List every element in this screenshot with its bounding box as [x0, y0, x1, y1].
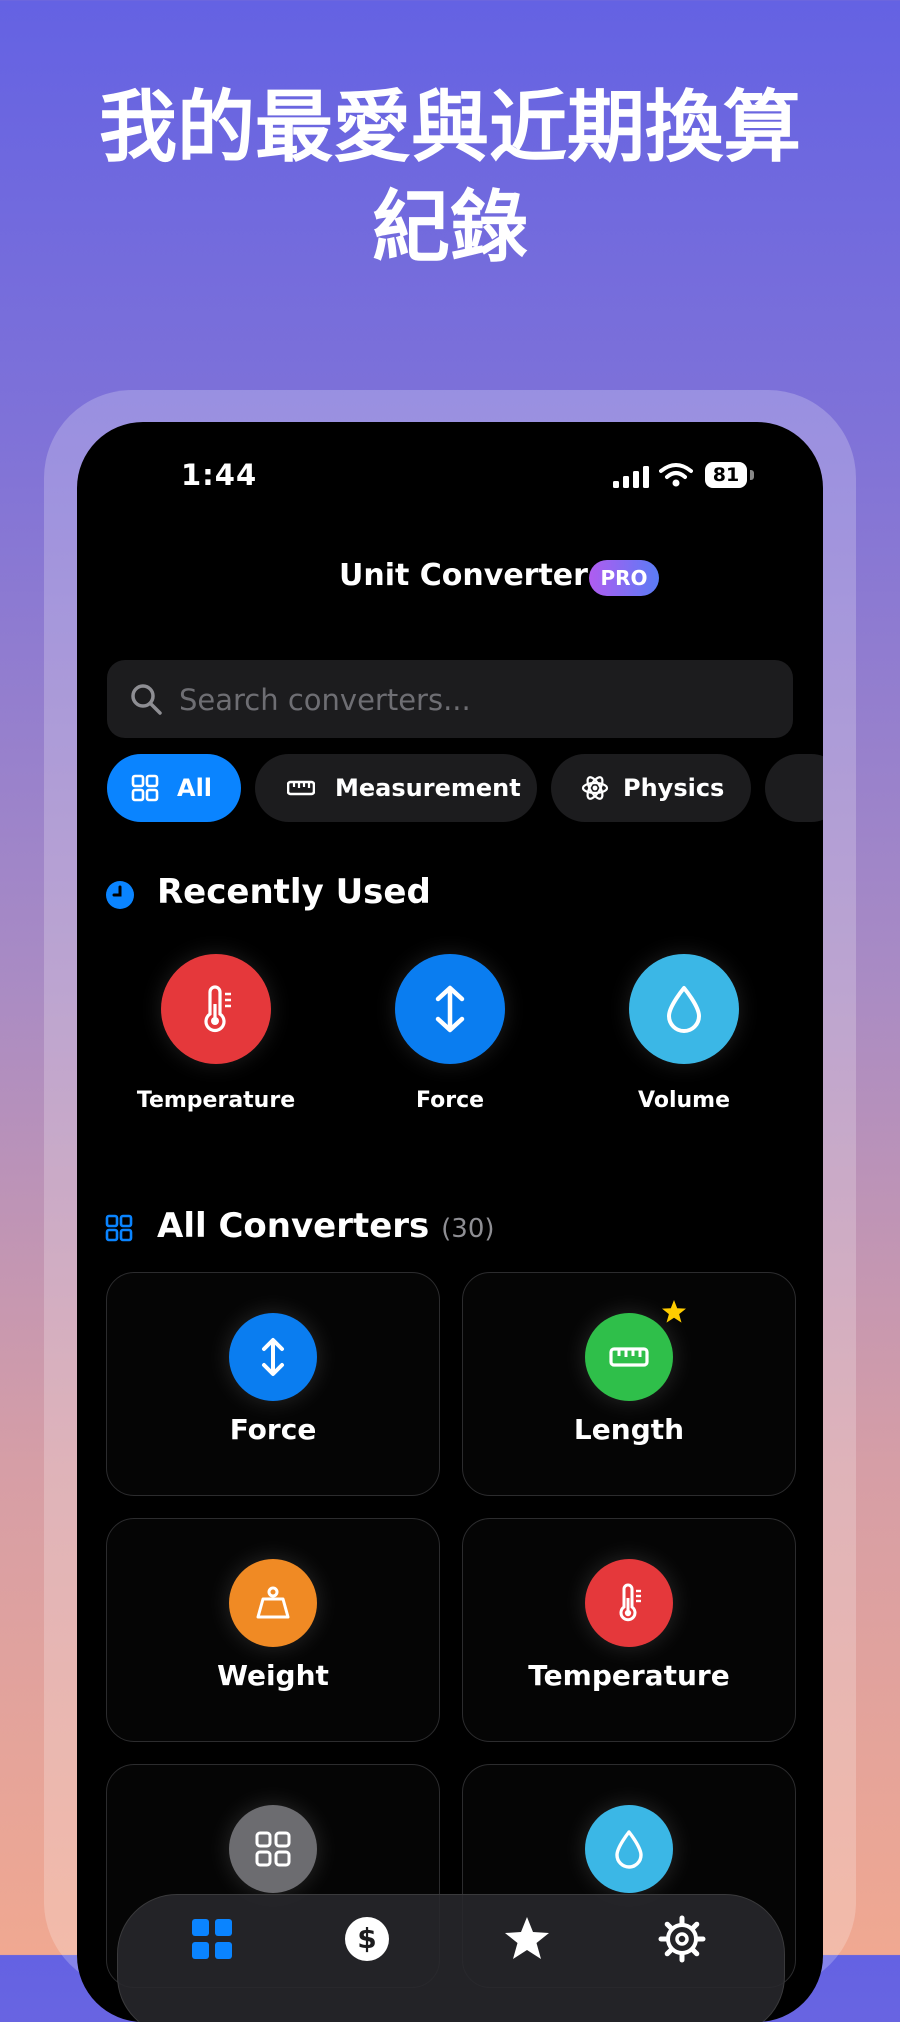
- converter-label: Temperature: [528, 1659, 730, 1692]
- drop-icon: [667, 986, 701, 1033]
- star-icon: [505, 1917, 549, 1959]
- dollar-icon: $: [345, 1917, 389, 1961]
- filter-chip-all[interactable]: All: [107, 754, 241, 822]
- filter-chip-measurement[interactable]: Measurement: [255, 754, 537, 822]
- clock-icon: [106, 881, 134, 909]
- grid-icon: [105, 1214, 133, 1242]
- status-bar: 1:44 81: [77, 458, 823, 498]
- converter-label: Force: [229, 1413, 317, 1446]
- converter-count: (30): [441, 1214, 495, 1244]
- tab-favorites[interactable]: [503, 1915, 563, 1975]
- drop-icon: [615, 1830, 643, 1869]
- app-title: Unit Converter: [339, 558, 588, 593]
- thermometer-icon: [619, 1583, 641, 1622]
- converter-icon-circle: [229, 1559, 317, 1647]
- grid-icon: [131, 774, 159, 802]
- converter-card-weight[interactable]: Weight: [106, 1518, 440, 1742]
- ruler-icon: [287, 780, 315, 796]
- all-converters-title: All Converters (30): [157, 1206, 495, 1246]
- wifi-icon: [659, 463, 693, 487]
- tab-bar: $: [117, 1894, 785, 2022]
- recent-item-label: Temperature: [136, 1088, 296, 1113]
- grid-icon: [255, 1831, 291, 1867]
- converter-card-length[interactable]: Length: [462, 1272, 796, 1496]
- tab-currency[interactable]: $: [343, 1915, 403, 1975]
- converter-icon-circle: [229, 1313, 317, 1401]
- converter-card-force[interactable]: Force: [106, 1272, 440, 1496]
- recent-item-temperature[interactable]: Temperature: [136, 954, 296, 1134]
- headline: 我的最愛與近期換算 紀錄: [0, 78, 900, 278]
- converter-icon-circle: [585, 1559, 673, 1647]
- converter-icon-circle: [585, 1313, 673, 1401]
- weight-icon: [256, 1586, 290, 1619]
- recent-item-label: Volume: [638, 1088, 730, 1113]
- arrows-vertical-icon: [262, 1338, 284, 1376]
- headline-line-1: 我的最愛與近期換算: [98, 83, 801, 173]
- tab-settings[interactable]: [658, 1915, 718, 1975]
- status-time: 1:44: [181, 458, 258, 492]
- converter-label: Weight: [217, 1659, 329, 1692]
- filter-chip-label: Measurement: [335, 774, 521, 802]
- atom-icon: [581, 776, 609, 800]
- filter-chip-physics[interactable]: Physics: [551, 754, 751, 822]
- pro-badge[interactable]: PRO: [589, 560, 659, 596]
- converter-icon-circle: [229, 1805, 317, 1893]
- ruler-icon: [609, 1347, 649, 1367]
- battery-indicator: 81: [705, 462, 747, 488]
- filter-chip-more[interactable]: [765, 754, 823, 822]
- filter-chip-label: All: [177, 774, 213, 802]
- filter-chip-label: Physics: [623, 774, 725, 802]
- search-input[interactable]: [177, 672, 771, 728]
- tab-converters[interactable]: [188, 1915, 248, 1975]
- recent-item-icon-circle: [161, 954, 271, 1064]
- gear-icon: [658, 1915, 706, 1963]
- headline-line-2: 紀錄: [371, 183, 528, 273]
- recent-item-label: Force: [415, 1088, 485, 1113]
- battery-tip: [750, 470, 754, 480]
- arrows-vertical-icon: [435, 985, 465, 1033]
- cellular-signal-icon: [613, 466, 649, 488]
- converter-icon-circle: [585, 1805, 673, 1893]
- grid-icon: [192, 1919, 232, 1959]
- phone-screen: 1:44 81 Unit Converter PRO Search conver…: [77, 422, 823, 2022]
- search-bar[interactable]: [107, 660, 793, 738]
- recent-item-icon-circle: [629, 954, 739, 1064]
- app-header: Unit Converter PRO: [77, 552, 823, 602]
- recently-used-title: Recently Used: [157, 872, 431, 912]
- category-filter-bar: All Measurement Physics: [107, 754, 823, 824]
- recent-item-force[interactable]: Force: [370, 954, 530, 1134]
- converter-label: Length: [573, 1413, 685, 1446]
- search-icon: [131, 684, 162, 715]
- thermometer-icon: [204, 985, 231, 1033]
- svg-text:$: $: [357, 1922, 376, 1955]
- favorite-star-icon: [662, 1300, 686, 1323]
- recent-item-icon-circle: [395, 954, 505, 1064]
- recent-item-volume[interactable]: Volume: [604, 954, 764, 1134]
- converter-card-temperature[interactable]: Temperature: [462, 1518, 796, 1742]
- all-converters-label: All Converters: [157, 1206, 430, 1246]
